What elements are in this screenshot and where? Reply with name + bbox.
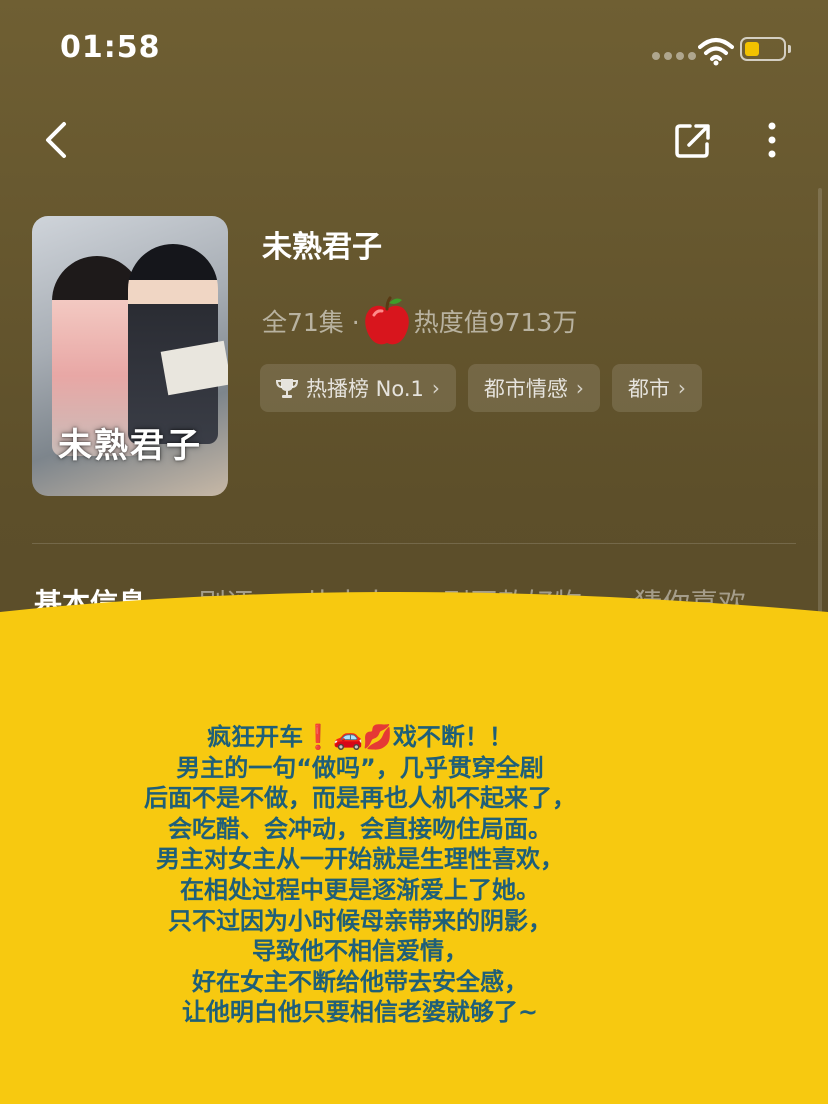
caption-line: 男主对女主从一开始就是生理性喜欢，	[156, 845, 564, 874]
apple-icon	[364, 296, 409, 345]
tag-label: 都市	[627, 377, 670, 401]
tag-urban[interactable]: 都市 ›	[611, 364, 702, 412]
back-arrow-icon[interactable]	[38, 118, 78, 162]
status-time: 01:58	[60, 30, 161, 65]
caption-line: 男主的一句“做吗”，几乎贯穿全剧	[176, 753, 544, 782]
status-bar: 01:58	[0, 0, 828, 100]
scrollbar[interactable]	[818, 188, 822, 628]
caption-line: 只不过因为小时候母亲带来的阴影，	[168, 906, 552, 935]
caption-line: 在相处过程中更是逐渐爱上了她。	[180, 875, 540, 904]
poster-title: 未熟君子	[58, 426, 202, 466]
caption-line: 导致他不相信爱情，	[252, 937, 468, 966]
chevron-right-icon: ›	[575, 376, 584, 400]
tab-basic-info[interactable]: 基本信息	[34, 582, 146, 622]
drama-poster[interactable]: 未熟君子	[32, 216, 228, 496]
caption-line: 疯狂开车❗️🚗💋戏不断！！	[207, 723, 513, 751]
drama-title: 未熟君子	[262, 230, 382, 265]
tab-cast[interactable]: 片中人	[306, 582, 390, 622]
divider	[32, 543, 796, 544]
chevron-right-icon: ›	[431, 376, 440, 400]
episode-count: 全71集 ·	[262, 308, 360, 337]
drama-meta: 全71集 · 热度值9713万	[262, 295, 577, 347]
tab-products[interactable]: 剧同款好物	[442, 582, 582, 622]
battery-icon	[740, 37, 791, 61]
tag-list: 热播榜 No.1 › 都市情感 › 都市 ›	[260, 364, 702, 412]
cellular-signal-icon	[652, 52, 696, 60]
wifi-icon	[698, 38, 734, 66]
tab-recommendations[interactable]: 猜你喜欢	[634, 582, 746, 622]
heat-value: 热度值9713万	[413, 308, 578, 337]
tag-label: 都市情感	[483, 377, 568, 401]
chevron-right-icon: ›	[677, 376, 686, 400]
share-icon[interactable]	[672, 118, 714, 162]
more-options-icon[interactable]	[752, 118, 792, 162]
caption-line: 让他明白他只要相信老婆就够了~	[181, 998, 539, 1027]
overlay-caption: 疯狂开车❗️🚗💋戏不断！！ 男主的一句“做吗”，几乎贯穿全剧 后面不是不做，而是…	[60, 722, 660, 1028]
caption-line: 会吃醋、会冲动，会直接吻住局面。	[168, 814, 552, 843]
caption-line: 好在女主不断给他带去安全感，	[192, 967, 528, 996]
caption-line: 后面不是不做，而是再也人机不起来了，	[144, 784, 576, 813]
tag-label: 热播榜 No.1	[306, 377, 424, 401]
tab-reviews[interactable]: 剧评	[198, 582, 254, 622]
trophy-icon	[276, 379, 298, 398]
tag-urban-romance[interactable]: 都市情感 ›	[467, 364, 600, 412]
tab-bar: 基本信息 剧评 片中人 剧同款好物 猜你喜欢	[34, 582, 746, 622]
tag-hot-ranking[interactable]: 热播榜 No.1 ›	[260, 364, 456, 412]
